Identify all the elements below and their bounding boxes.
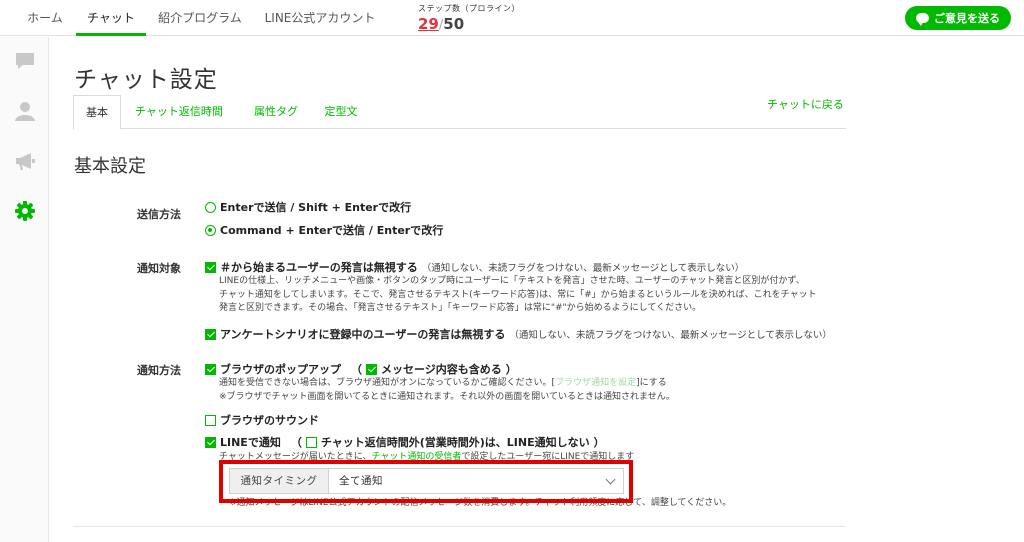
sidebar [0,37,49,542]
send-option-command-enter[interactable]: Command + Enterで送信 / Enterで改行 [205,222,443,238]
notify-target-label: 通知対象 [137,262,181,275]
send-option-enter-label: Enterで送信 / Shift + Enterで改行 [220,201,412,214]
chat-bubble-icon[interactable] [14,50,36,72]
step-counter: ステップ数（プロライン） 29/50 [418,3,520,33]
notify-method-label: 通知方法 [137,364,181,377]
browser-popup-label: ブラウザのポップアップ [220,363,341,376]
checkbox-checked[interactable] [205,363,216,375]
browser-sound-label: ブラウザのサウンド [220,414,319,427]
browser-popup-option[interactable]: ブラウザのポップアップ （ メッセージ内容も含める ） [205,361,517,377]
ignore-hash-description: LINEの仕様上、リッチメニューや画像・ボタンのタップ時にユーザーに「テキストを… [219,276,817,313]
divider [73,526,846,527]
browser-popup-description: 通知を受信できない場合は、ブラウザ通知がオンになっているかご確認ください。[ブラ… [219,378,675,402]
nav-tab-referral[interactable]: 紹介プログラム [146,0,254,36]
tab-templates[interactable]: 定型文 [315,95,367,129]
radio-button-selected[interactable] [205,224,216,236]
user-icon[interactable] [14,100,36,122]
send-option-command-label: Command + Enterで送信 / Enterで改行 [220,224,444,237]
ignore-hash-label: ＃から始まるユーザーの発言は無視する [220,261,418,274]
step-total: 50 [443,15,465,33]
section-title: 基本設定 [74,156,146,177]
gear-icon[interactable] [14,200,36,222]
feedback-button-label: ご意見を送る [934,12,1000,25]
step-used[interactable]: 29 [418,15,439,33]
nav-tab-line-official[interactable]: LINE公式アカウント [254,0,386,36]
send-option-enter[interactable]: Enterで送信 / Shift + Enterで改行 [205,199,411,215]
include-content-label: メッセージ内容も含める [381,363,502,376]
include-content-checkbox[interactable] [366,363,377,375]
tab-basic[interactable]: 基本 [73,95,121,130]
ignore-survey-label: アンケートシナリオに登録中のユーザーの発言は無視する [220,328,506,341]
checkbox-unchecked[interactable] [205,414,216,426]
highlight-box [219,460,633,503]
checkbox-checked[interactable] [205,436,216,448]
step-counter-label: ステップ数（プロライン） [418,4,520,13]
checkbox-checked[interactable] [205,328,216,340]
top-navigation: ホーム チャット 紹介プログラム LINE公式アカウント ステップ数（プロライン… [0,0,1024,36]
back-to-chat-link[interactable]: チャットに戻る [767,96,844,112]
line-notify-label: LINEで通知 [220,436,281,449]
tab-attribute-tags[interactable]: 属性タグ [245,95,307,129]
tab-reply-hours[interactable]: チャット返信時間 [129,95,229,129]
outside-hours-label: チャット返信時間外(営業時間外)は、LINE通知しない [320,436,590,449]
browser-sound-option[interactable]: ブラウザのサウンド [205,412,319,428]
checkbox-checked[interactable] [205,261,216,273]
speech-bubble-icon [916,13,929,26]
ignore-survey-note: （通知しない、未読フラグをつけない、最新メッセージとして表示しない） [509,330,832,341]
outside-hours-checkbox[interactable] [305,436,317,448]
page-title: チャット設定 [74,67,218,93]
browser-notification-settings-link[interactable]: ブラウザ通知を設定 [555,378,636,388]
settings-tabs: 基本 チャット返信時間 属性タグ 定型文 [73,95,846,130]
feedback-button[interactable]: ご意見を送る [905,6,1011,30]
nav-tab-home[interactable]: ホーム [14,0,76,36]
ignore-hash-note: （通知しない、未読フラグをつけない、最新メッセージとして表示しない） [421,263,745,274]
line-notify-option[interactable]: LINEで通知 （ チャット返信時間外(営業時間外)は、LINE通知しない ） [205,434,605,450]
send-method-label: 送信方法 [137,208,181,221]
radio-button[interactable] [205,201,216,213]
nav-tab-chat[interactable]: チャット [76,0,146,36]
ignore-survey-option[interactable]: アンケートシナリオに登録中のユーザーの発言は無視する （通知しない、未読フラグを… [205,326,832,342]
ignore-hash-option[interactable]: ＃から始まるユーザーの発言は無視する （通知しない、未読フラグをつけない、最新メ… [205,259,744,275]
megaphone-icon[interactable] [14,150,36,172]
